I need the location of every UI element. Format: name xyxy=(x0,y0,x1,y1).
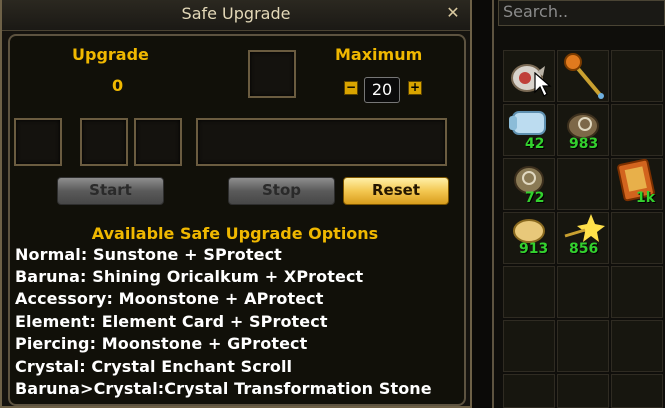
inventory-slot[interactable] xyxy=(557,158,609,210)
option-baruna-crystal: Baruna>Crystal:Crystal Transformation St… xyxy=(15,379,432,398)
material-slot-1[interactable] xyxy=(14,118,62,166)
material-slot-2[interactable] xyxy=(80,118,128,166)
pouch-item-icon[interactable] xyxy=(507,160,551,194)
inventory-slot[interactable] xyxy=(611,104,663,156)
search-input[interactable]: Search.. xyxy=(498,0,665,26)
option-crystal: Crystal: Crystal Enchant Scroll xyxy=(15,357,293,376)
maximum-label: Maximum xyxy=(335,45,423,64)
minus-icon[interactable]: − xyxy=(344,81,358,95)
safe-upgrade-window: Safe Upgrade ✕ Upgrade 0 Maximum − 20 + … xyxy=(0,0,472,408)
option-normal: Normal: Sunstone + SProtect xyxy=(15,245,282,264)
inventory-slot[interactable] xyxy=(503,374,555,408)
inventory-slot[interactable] xyxy=(611,320,663,372)
inventory-slot[interactable] xyxy=(503,266,555,318)
inventory-slot[interactable] xyxy=(557,266,609,318)
inventory-slot[interactable] xyxy=(611,50,663,102)
title-bar[interactable]: Safe Upgrade ✕ xyxy=(2,0,470,31)
inventory-slot[interactable] xyxy=(503,320,555,372)
item-count: 1k xyxy=(636,190,656,206)
option-element: Element: Element Card + SProtect xyxy=(15,312,328,331)
item-count: 983 xyxy=(569,136,599,152)
inventory-slot[interactable] xyxy=(557,320,609,372)
reset-button[interactable]: Reset xyxy=(343,177,449,205)
option-accessory: Accessory: Moonstone + AProtect xyxy=(15,289,324,308)
inventory-slot[interactable] xyxy=(611,374,663,408)
item-count: 856 xyxy=(569,241,599,257)
option-baruna: Baruna: Shining Oricalkum + XProtect xyxy=(15,267,364,286)
close-icon[interactable]: ✕ xyxy=(443,3,463,23)
plus-icon[interactable]: + xyxy=(408,81,422,95)
sack-item-icon[interactable] xyxy=(563,106,603,140)
inventory-grid: 42 983 72 1k 913 856 xyxy=(503,50,665,408)
maximum-input[interactable]: 20 xyxy=(364,77,400,103)
upgrade-value: 0 xyxy=(112,76,124,95)
inventory-slot[interactable] xyxy=(611,212,663,264)
staff-item-icon[interactable] xyxy=(561,52,607,100)
option-piercing: Piercing: Moonstone + GProtect xyxy=(15,334,308,353)
material-slot-3[interactable] xyxy=(134,118,182,166)
target-item-slot[interactable] xyxy=(248,50,296,98)
cursor-icon xyxy=(533,71,553,98)
scroll-item-icon[interactable] xyxy=(507,106,551,140)
window-title: Safe Upgrade xyxy=(181,4,291,23)
result-display xyxy=(196,118,447,166)
inventory-slot[interactable] xyxy=(611,266,663,318)
item-count: 72 xyxy=(525,190,545,206)
upgrade-label: Upgrade xyxy=(72,45,149,64)
inventory-slot[interactable] xyxy=(557,374,609,408)
options-title: Available Safe Upgrade Options xyxy=(91,224,379,243)
item-count: 42 xyxy=(525,136,545,152)
item-count: 913 xyxy=(519,241,549,257)
stop-button[interactable]: Stop xyxy=(228,177,335,205)
start-button[interactable]: Start xyxy=(57,177,164,205)
